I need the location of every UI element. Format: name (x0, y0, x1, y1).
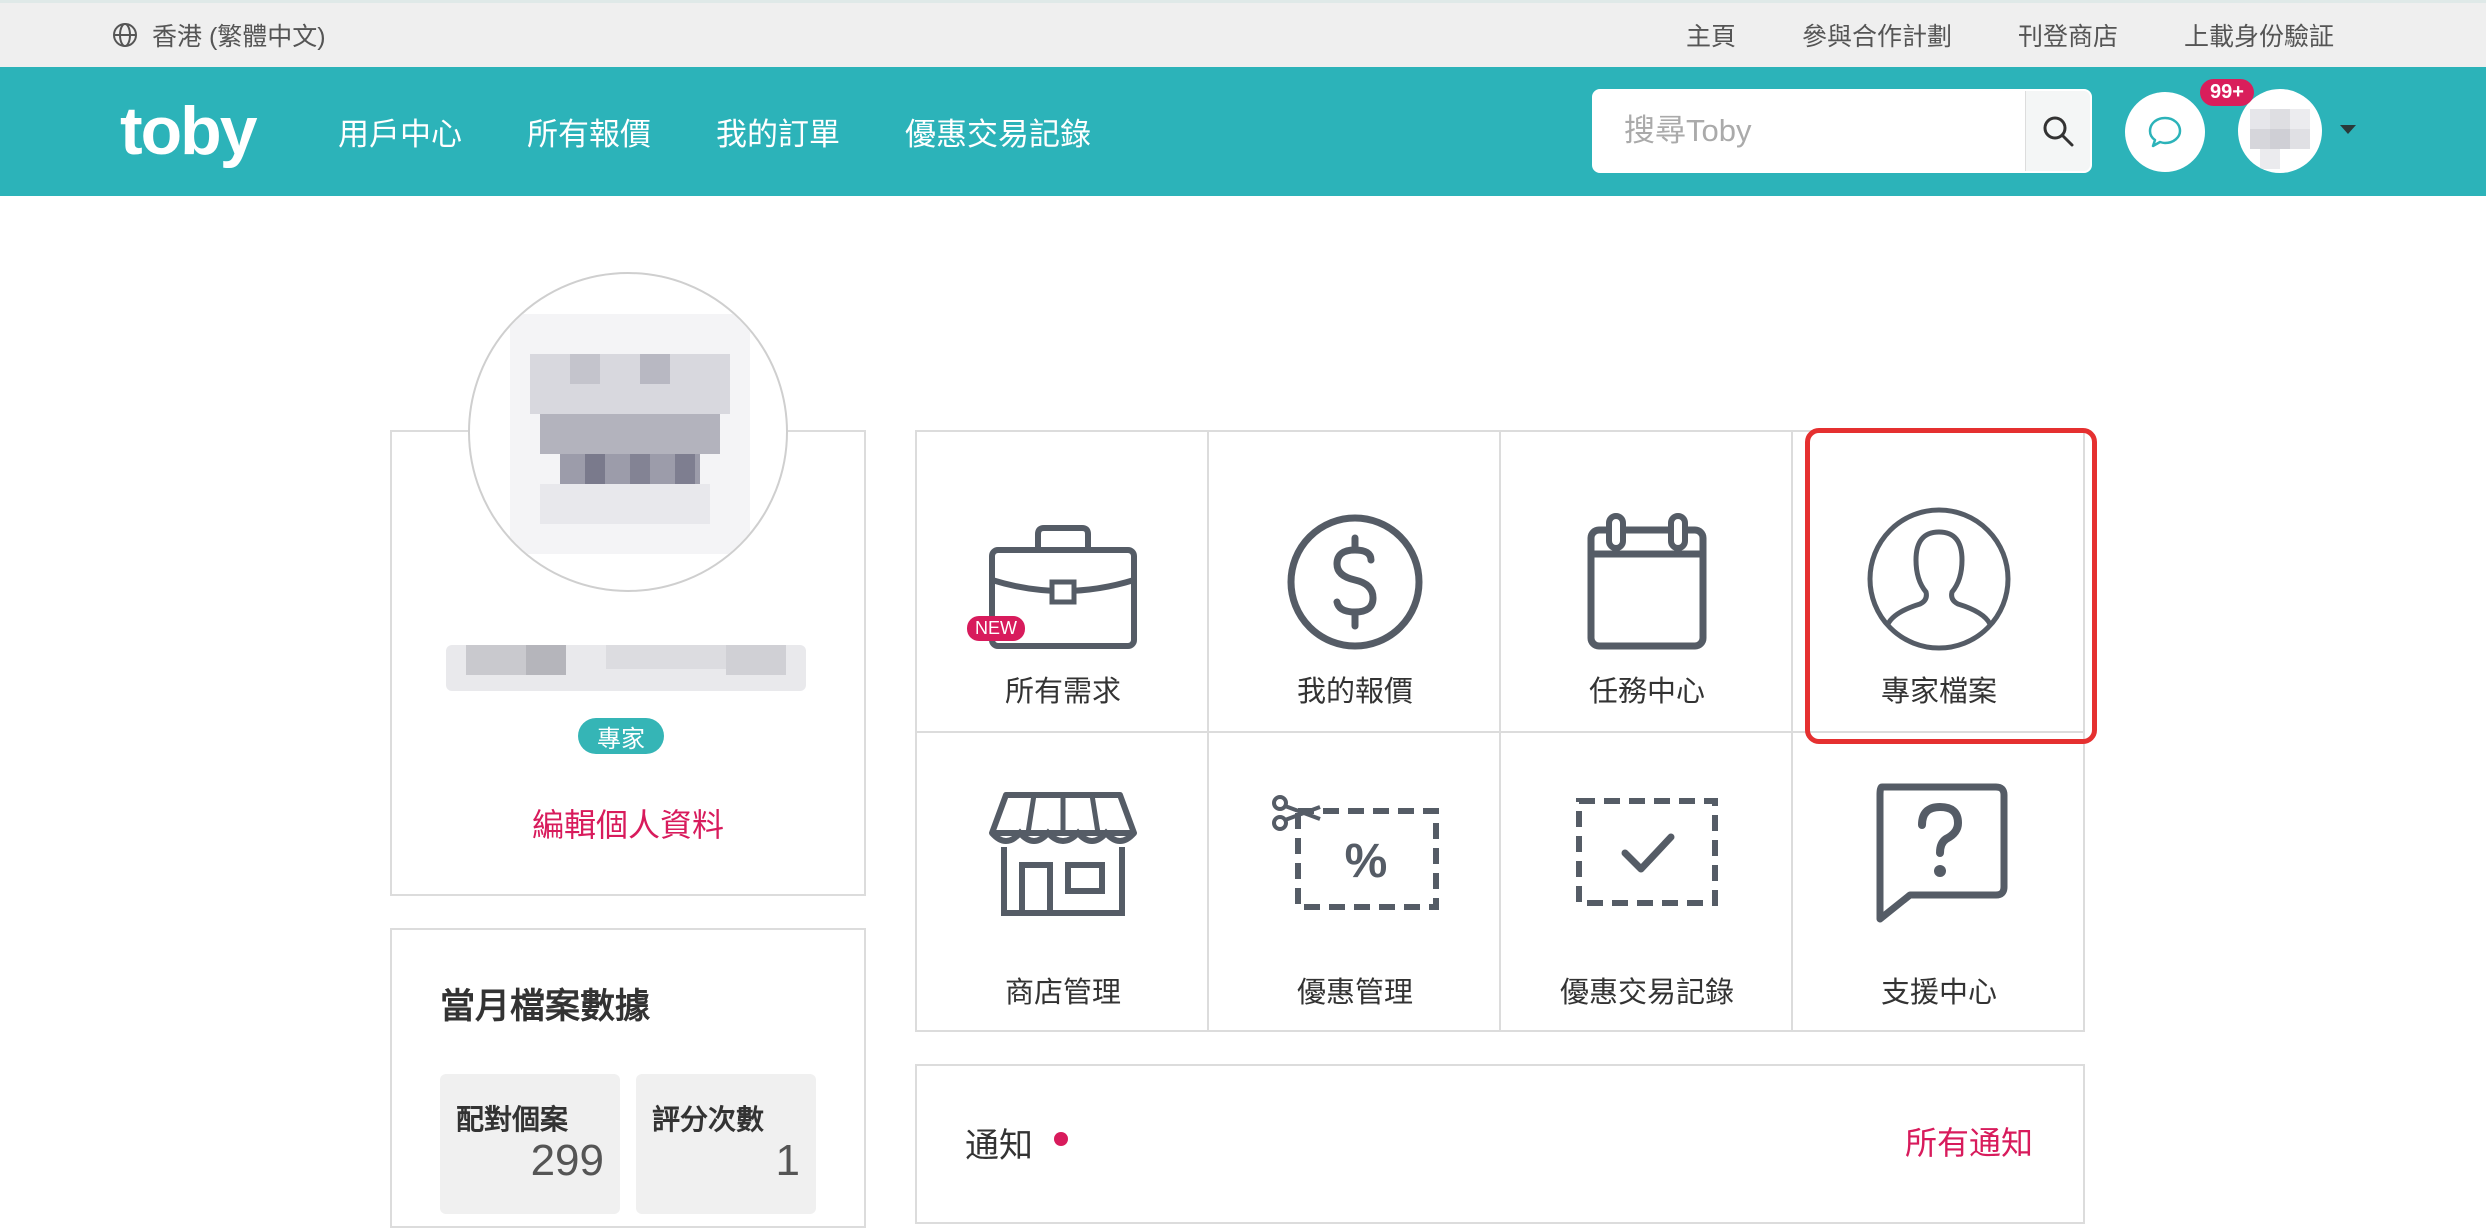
tile-shop-management[interactable]: 商店管理 (917, 733, 1209, 1032)
tile-label: 任務中心 (1588, 676, 1705, 708)
tile-my-quotes[interactable]: 我的報價 (1209, 432, 1501, 731)
toplink-partner[interactable]: 參與合作計劃 (1802, 17, 1952, 53)
svg-text:%: % (1345, 835, 1388, 888)
nav-deal-records[interactable]: 優惠交易記錄 (905, 109, 1091, 154)
tile-label: 優惠交易記錄 (1559, 977, 1734, 1009)
tile-coupon-management[interactable]: % 優惠管理 (1209, 733, 1501, 1032)
language-selector[interactable]: 香港 (繁體中文) (112, 3, 326, 67)
top-utility-bar: 香港 (繁體中文) 主頁 參與合作計劃 刊登商店 上載身份驗証 (0, 0, 2486, 67)
search-icon (2043, 116, 2074, 147)
tile-label: 支援中心 (1880, 977, 1997, 1009)
edit-profile-link[interactable]: 編輯個人資料 (390, 800, 866, 846)
nav-all-quotes[interactable]: 所有報價 (527, 109, 651, 154)
tile-all-requests[interactable]: NEW 所有需求 (917, 432, 1209, 731)
chat-button[interactable] (2125, 92, 2205, 172)
expert-badge: 專家 (578, 718, 664, 754)
help-icon (1876, 783, 2008, 923)
profile-photo (468, 272, 788, 592)
toplink-verify-id[interactable]: 上載身份驗証 (2184, 17, 2334, 53)
search-button[interactable] (2025, 91, 2090, 171)
stat-value: 299 (530, 1136, 604, 1185)
dollar-icon (1287, 514, 1423, 650)
check-box-icon (1576, 798, 1718, 906)
highlight-frame (1805, 428, 2097, 744)
stat-label: 評分次數 (652, 1104, 765, 1135)
user-avatar[interactable] (2238, 89, 2322, 173)
nav-my-orders[interactable]: 我的訂單 (716, 109, 840, 154)
notifications-title: 通知 (965, 1127, 1033, 1165)
stat-label: 配對個案 (456, 1104, 569, 1135)
main-nav: toby 用戶中心 所有報價 我的訂單 優惠交易記錄 99+ (0, 67, 2486, 196)
calendar-icon (1587, 513, 1707, 650)
tile-label: 優惠管理 (1296, 977, 1413, 1009)
search-input[interactable] (1594, 91, 2025, 171)
tile-task-center[interactable]: 任務中心 (1501, 432, 1793, 731)
stats-title: 當月檔案數據 (440, 987, 651, 1026)
globe-icon (113, 23, 137, 47)
toplink-list-shop[interactable]: 刊登商店 (2018, 17, 2118, 53)
stat-value: 1 (775, 1136, 800, 1185)
coupon-icon: % (1272, 795, 1439, 910)
shop-icon (989, 792, 1137, 916)
stat-rating-count: 評分次數 1 (636, 1074, 816, 1214)
tile-label: 商店管理 (1004, 977, 1121, 1009)
tile-support-center[interactable]: 支援中心 (1793, 733, 2085, 1032)
language-label: 香港 (繁體中文) (152, 23, 326, 51)
chevron-down-icon[interactable] (2340, 125, 2356, 134)
chat-bubble-icon (2148, 116, 2182, 148)
new-badge: NEW (967, 616, 1025, 641)
tile-label: 所有需求 (1004, 676, 1121, 708)
all-notifications-link[interactable]: 所有通知 (1905, 1118, 2033, 1164)
search-box (1592, 89, 2092, 173)
tile-label: 我的報價 (1296, 676, 1413, 708)
unread-dot (1054, 1132, 1068, 1146)
toby-logo[interactable]: toby (120, 91, 270, 171)
user-name-blurred (446, 645, 806, 691)
stat-matched-cases: 配對個案 299 (440, 1074, 620, 1214)
notification-count-badge: 99+ (2200, 79, 2254, 106)
nav-user-center[interactable]: 用戶中心 (338, 109, 462, 154)
toplink-home[interactable]: 主頁 (1686, 17, 1736, 53)
tile-deal-records[interactable]: 優惠交易記錄 (1501, 733, 1793, 1032)
